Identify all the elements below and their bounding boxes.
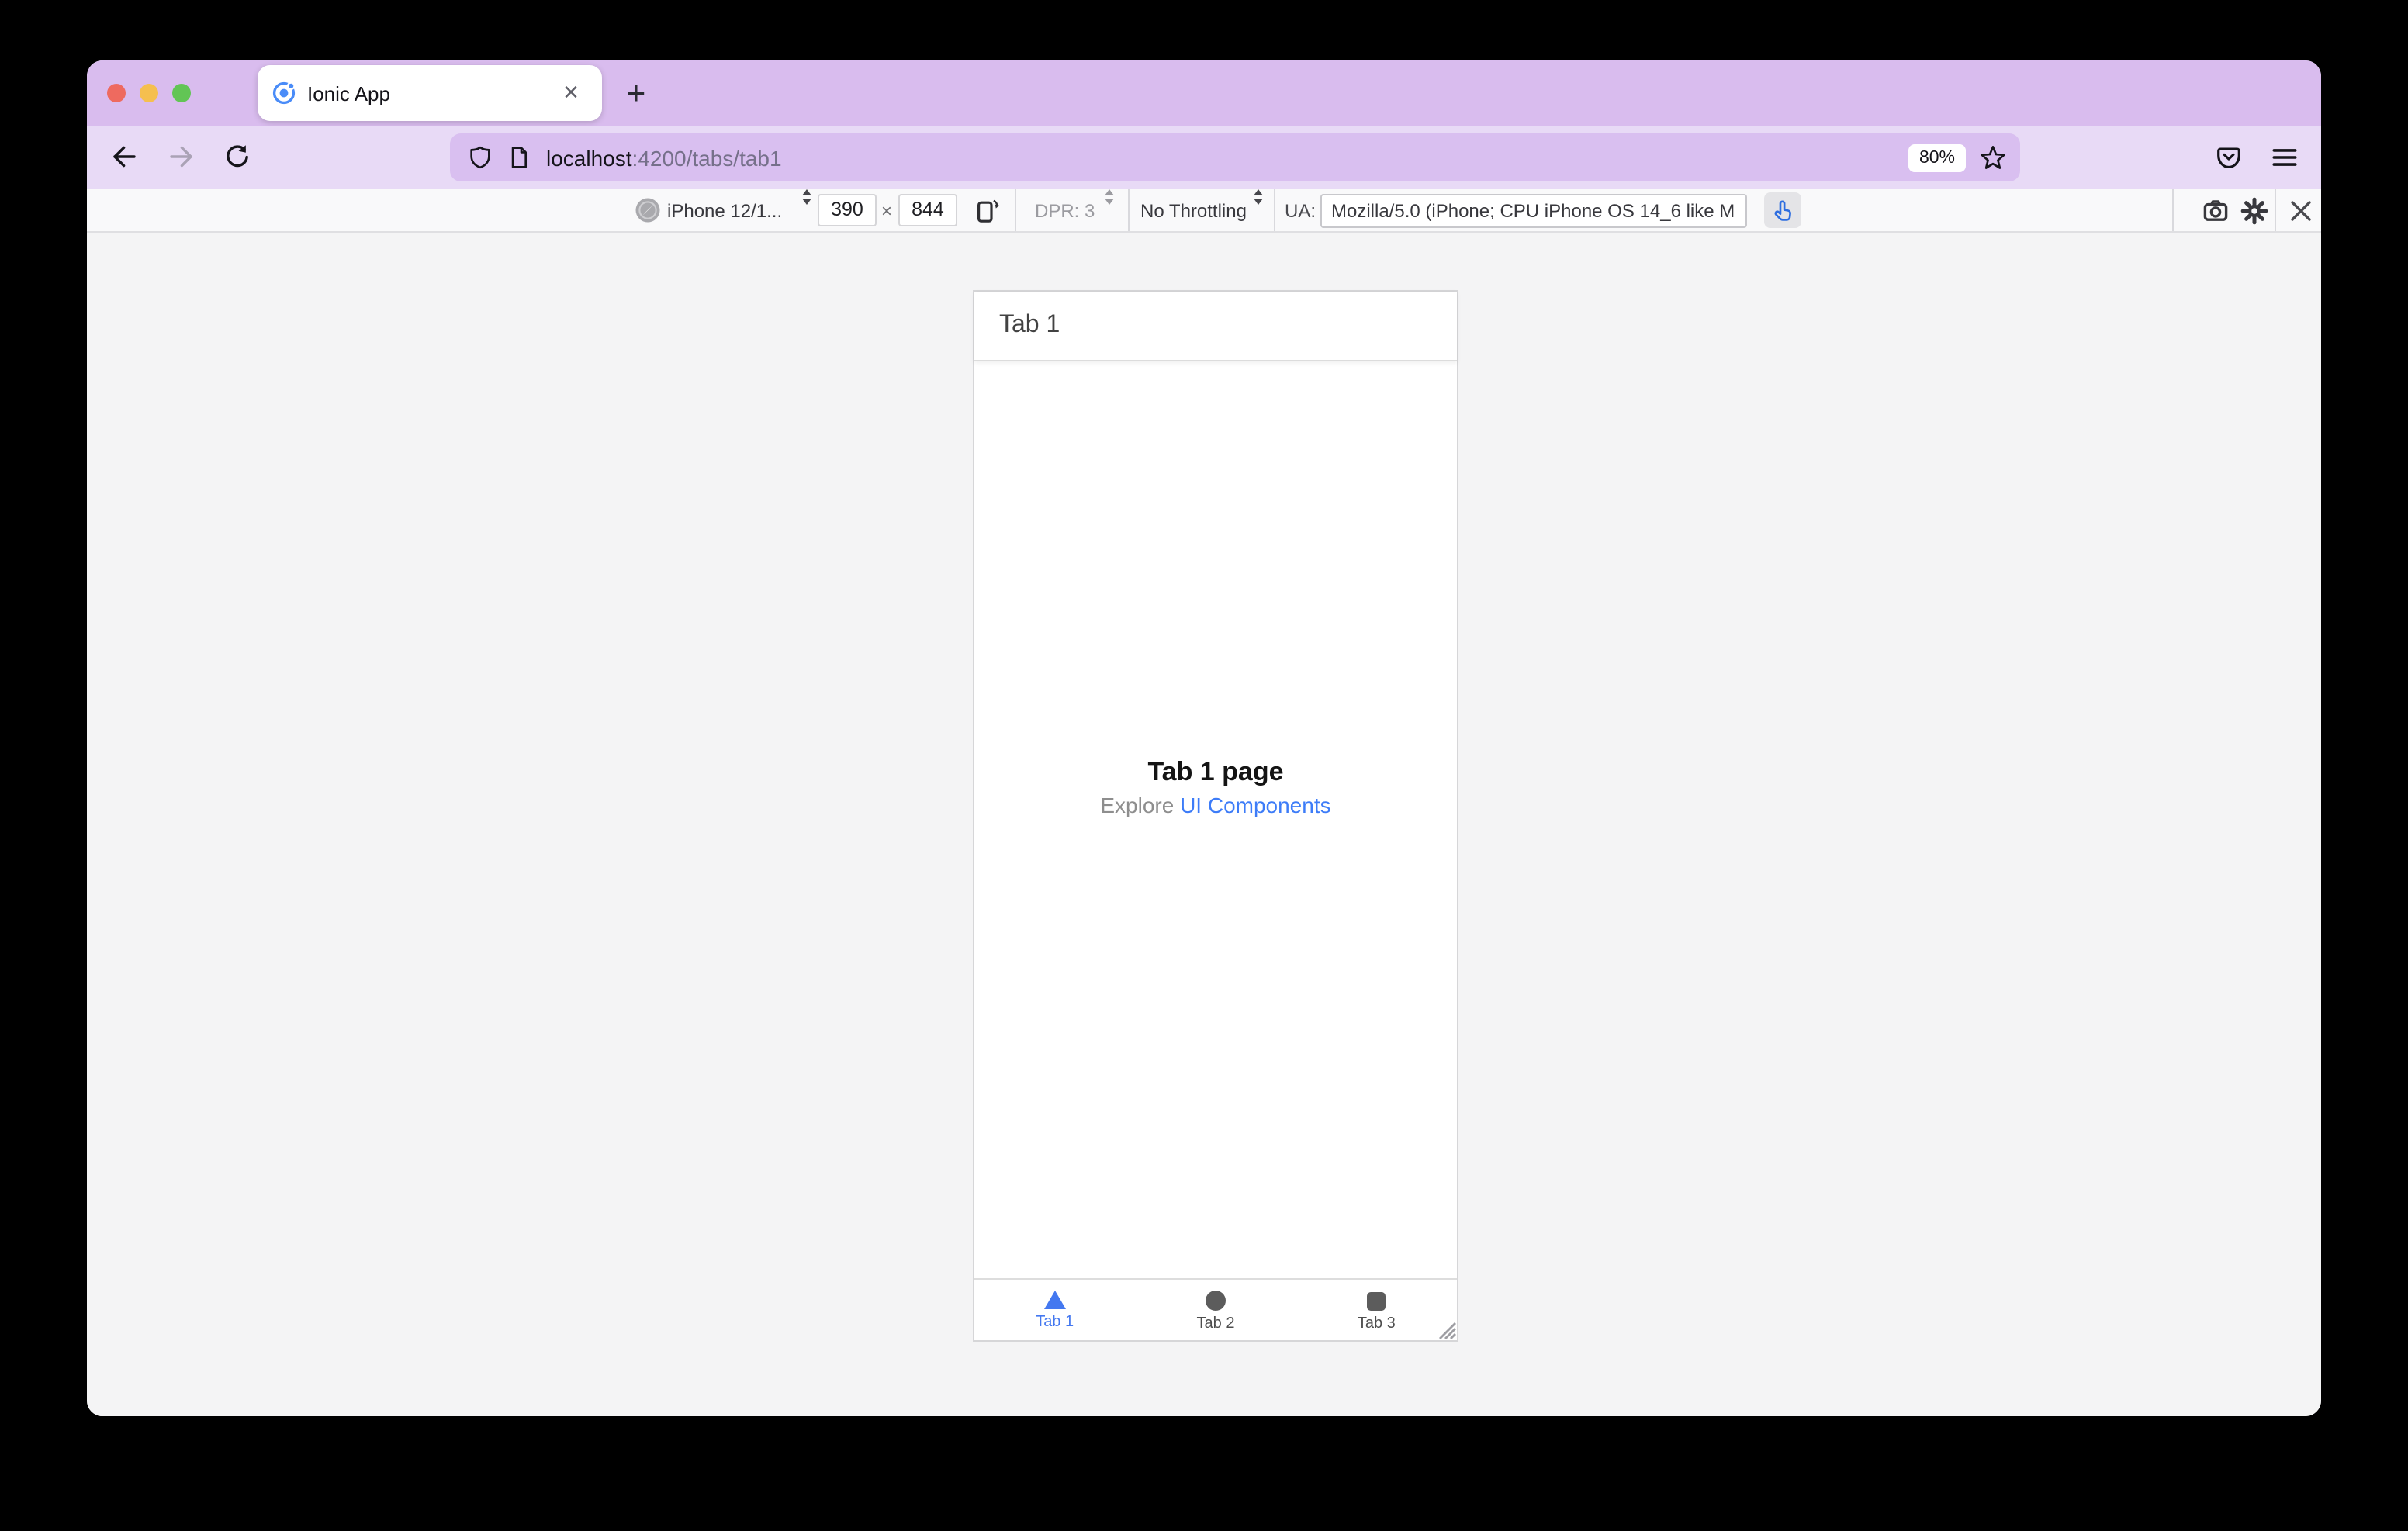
rdm-separator [1274, 189, 1275, 231]
tab-label: Tab 1 [1036, 1314, 1074, 1331]
throttling-selector[interactable]: No Throttling [1140, 189, 1247, 231]
new-tab-button[interactable]: + [614, 71, 658, 115]
page-content: Tab 1 page Explore UI Components [974, 757, 1457, 819]
url-host: localhost [546, 145, 632, 170]
rdm-content-area: Tab 1 Tab 1 page Explore UI Components T… [87, 233, 2321, 1416]
forward-icon[interactable] [168, 143, 195, 171]
screenshot-camera-icon[interactable] [2202, 197, 2230, 225]
page-title: Tab 1 page [1147, 757, 1284, 786]
touch-simulation-button[interactable] [1764, 192, 1801, 228]
traffic-light-minimize[interactable] [140, 84, 158, 102]
rdm-separator [2275, 189, 2276, 231]
bookmark-star-icon[interactable] [1980, 144, 2006, 171]
tab-label: Tab 3 [1357, 1315, 1396, 1332]
url-bar[interactable]: localhost:4200/tabs/tab1 80% [450, 133, 2020, 181]
triangle-icon [1043, 1291, 1066, 1309]
traffic-light-zoom[interactable] [172, 84, 191, 102]
browser-titlebar: Ionic App ✕ + [87, 60, 2321, 126]
dpr-stepper[interactable] [1105, 189, 1114, 231]
browser-tab-ionic-app[interactable]: Ionic App ✕ [258, 65, 602, 121]
rdm-separator [1015, 189, 1016, 231]
page-subtitle: Explore UI Components [974, 791, 1457, 819]
tab-bar-item-tab1[interactable]: Tab 1 [974, 1280, 1135, 1340]
circle-icon [1206, 1290, 1226, 1310]
app-header-title: Tab 1 [999, 312, 1060, 338]
page-info-icon[interactable] [506, 144, 532, 171]
zoom-level-badge[interactable]: 80% [1908, 143, 1966, 171]
phone-viewport: Tab 1 Tab 1 page Explore UI Components T… [973, 290, 1458, 1342]
screen-background: Ionic App ✕ + localhost:4200/tabs/tab1 8… [0, 0, 2408, 1531]
reload-icon[interactable] [223, 143, 251, 171]
ua-label: UA: [1285, 199, 1316, 221]
tab-bar-item-tab2[interactable]: Tab 2 [1135, 1280, 1296, 1340]
rotate-viewport-icon[interactable] [971, 189, 999, 231]
device-select-stepper[interactable] [802, 189, 811, 231]
rdm-separator [2172, 189, 2174, 231]
touch-simulation-icon [1774, 199, 1791, 220]
ui-components-link[interactable]: UI Components [1180, 793, 1331, 817]
tab-title: Ionic App [307, 81, 390, 105]
square-icon [1367, 1291, 1386, 1310]
shield-icon[interactable] [467, 144, 493, 171]
viewport-height-input[interactable]: 844 [898, 194, 957, 226]
settings-gear-icon[interactable] [2240, 197, 2268, 225]
rdm-toolbar: iPhone 12/1... 390 × 844 DPR: 3 No Throt… [87, 189, 2321, 233]
device-selector[interactable]: iPhone 12/1... [667, 189, 782, 231]
app-tab-bar: Tab 1 Tab 2 Tab 3 [974, 1278, 1457, 1340]
pocket-icon[interactable] [2214, 143, 2244, 172]
navigation-toolbar: localhost:4200/tabs/tab1 80% [87, 126, 2321, 189]
rdm-separator [1128, 189, 1130, 231]
menu-icon[interactable] [2270, 143, 2299, 172]
dpr-selector[interactable]: DPR: 3 [1035, 189, 1095, 231]
rdm-close-icon[interactable] [2287, 197, 2315, 225]
tab-bar-item-tab3[interactable]: Tab 3 [1296, 1280, 1457, 1340]
back-icon[interactable] [110, 143, 138, 171]
app-header: Tab 1 [974, 292, 1457, 361]
tab-label: Tab 2 [1196, 1315, 1235, 1332]
ua-input[interactable]: Mozilla/5.0 (iPhone; CPU iPhone OS 14_6 … [1320, 194, 1747, 228]
url-path: :4200/tabs/tab1 [631, 145, 782, 170]
subtitle-text: Explore [1100, 793, 1181, 817]
viewport-resize-handle[interactable] [1434, 1317, 1457, 1340]
browser-window: Ionic App ✕ + localhost:4200/tabs/tab1 8… [87, 60, 2321, 1416]
ionic-favicon-icon [272, 81, 296, 105]
url-text: localhost:4200/tabs/tab1 [546, 145, 1908, 170]
tab-close-icon[interactable]: ✕ [555, 78, 586, 109]
viewport-width-input[interactable]: 390 [818, 194, 877, 226]
traffic-light-close[interactable] [107, 84, 126, 102]
device-compass-icon [635, 189, 661, 231]
throttling-stepper[interactable] [1254, 189, 1263, 231]
dimension-separator: × [881, 199, 893, 221]
